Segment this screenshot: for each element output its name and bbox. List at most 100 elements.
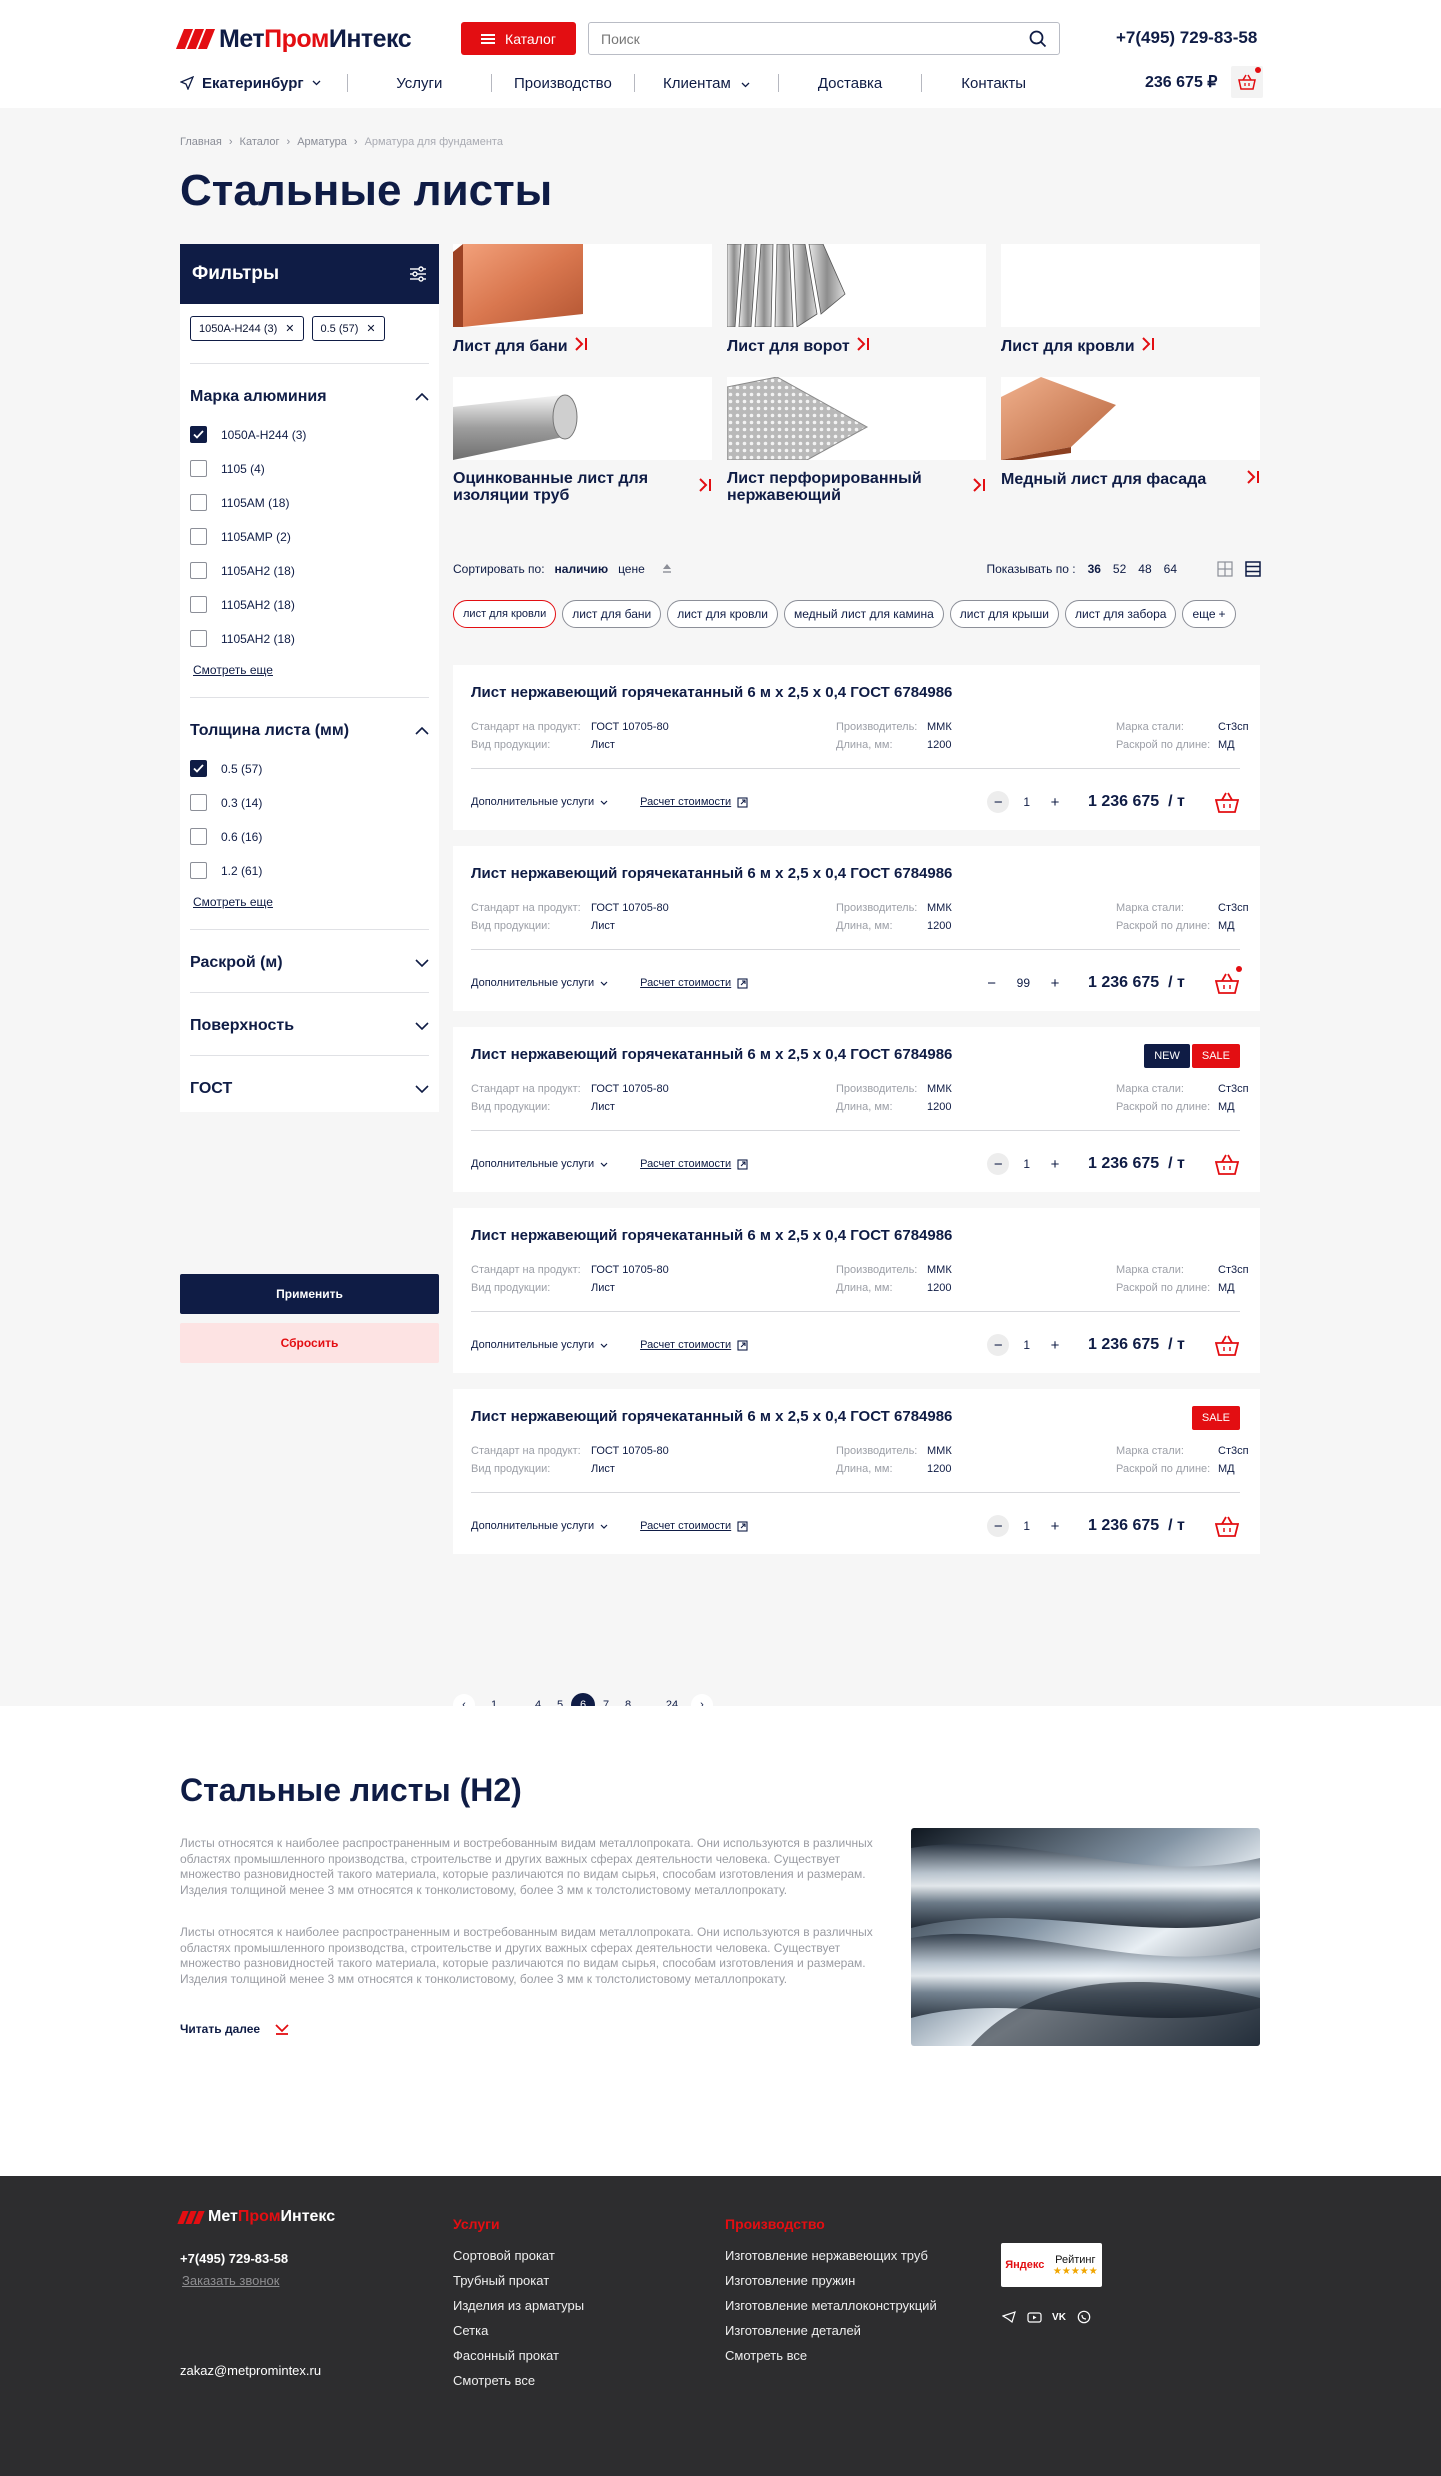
header-phone[interactable]: +7(495) 729-83-58 (1116, 28, 1257, 48)
breadcrumb-home[interactable]: Главная (180, 136, 222, 148)
footer-logo[interactable]: МетПромИнтекс (177, 2208, 335, 2226)
thickness-show-more-link[interactable]: Смотреть еще (190, 895, 429, 909)
calc-cost-link[interactable]: Расчет стоимости (640, 977, 748, 989)
filter-option[interactable]: 1105АН2 (18) (190, 630, 429, 647)
checkbox-checked[interactable] (190, 426, 207, 443)
category-tile[interactable]: Лист для бани (453, 244, 712, 355)
decrement-button[interactable]: − (987, 1515, 1010, 1537)
quick-tag[interactable]: лист для забора (1065, 600, 1177, 628)
youtube-icon[interactable] (1026, 2309, 1042, 2325)
checkbox-checked[interactable] (190, 760, 207, 777)
footer-link[interactable]: Трубный прокат (453, 2273, 584, 2288)
page-size-option[interactable]: 52 (1113, 562, 1126, 576)
extra-services-dropdown[interactable]: Дополнительные услуги (471, 1339, 608, 1351)
checkbox[interactable] (190, 794, 207, 811)
nav-item-clients[interactable]: Клиентам (635, 75, 778, 92)
filter-surface[interactable]: Поверхность (190, 992, 429, 1035)
search-input[interactable] (601, 30, 981, 47)
footer-phone[interactable]: +7(495) 729-83-58 (180, 2251, 288, 2266)
close-icon[interactable]: ✕ (366, 322, 375, 335)
telegram-icon[interactable] (1001, 2309, 1017, 2325)
decrement-button[interactable]: − (987, 1334, 1010, 1356)
checkbox[interactable] (190, 630, 207, 647)
footer-link[interactable]: Сетка (453, 2323, 584, 2338)
header-cart[interactable]: 236 675 ₽ (1145, 66, 1264, 98)
footer-link[interactable]: Фасонный прокат (453, 2348, 584, 2363)
catalog-button[interactable]: Каталог (461, 22, 576, 55)
filter-option[interactable]: 1105АН2 (18) (190, 562, 429, 579)
product-title[interactable]: Лист нержавеющий горячекатанный 6 м x 2,… (471, 1046, 952, 1063)
breadcrumb-rebar[interactable]: Арматура (297, 136, 347, 148)
search-icon[interactable] (1029, 30, 1047, 48)
apply-filters-button[interactable]: Применить (180, 1274, 439, 1314)
increment-button[interactable]: + (1044, 791, 1066, 813)
add-to-cart-button[interactable] (1214, 1513, 1240, 1539)
footer-link[interactable]: Смотреть все (453, 2373, 584, 2388)
read-more-link[interactable]: Читать далее (180, 2022, 290, 2036)
checkbox[interactable] (190, 828, 207, 845)
filter-option[interactable]: 1105 (4) (190, 460, 429, 477)
nav-item-services[interactable]: Услуги (348, 75, 491, 92)
quick-tag[interactable]: лист для бани (562, 600, 662, 628)
increment-button[interactable]: + (1044, 1515, 1066, 1537)
page-size-option[interactable]: 64 (1164, 562, 1177, 576)
quantity-value[interactable]: 99 (1017, 976, 1030, 990)
footer-link[interactable]: Изготовление деталей (725, 2323, 937, 2338)
checkbox[interactable] (190, 460, 207, 477)
checkbox[interactable] (190, 562, 207, 579)
sort-direction-icon[interactable] (661, 563, 673, 575)
add-to-cart-button[interactable] (1214, 1151, 1240, 1177)
page-size-option[interactable]: 48 (1138, 562, 1151, 576)
filter-gost[interactable]: ГОСТ (190, 1055, 429, 1098)
product-title[interactable]: Лист нержавеющий горячекатанный 6 м x 2,… (471, 865, 952, 882)
city-selector[interactable]: Екатеринбург (180, 75, 347, 92)
footer-link[interactable]: Изделия из арматуры (453, 2298, 584, 2313)
checkbox[interactable] (190, 596, 207, 613)
active-filter-chip[interactable]: 0.5 (57) ✕ (311, 316, 385, 341)
sort-by-price[interactable]: цене (618, 562, 645, 576)
quantity-value[interactable]: 1 (1023, 1338, 1030, 1352)
decrement-button[interactable]: − (987, 791, 1010, 813)
checkbox[interactable] (190, 528, 207, 545)
filter-option[interactable]: 1050A-H244 (3) (190, 426, 429, 443)
add-to-cart-button[interactable] (1214, 966, 1242, 996)
whatsapp-icon[interactable] (1076, 2309, 1092, 2325)
calc-cost-link[interactable]: Расчет стоимости (640, 1158, 748, 1170)
nav-item-contacts[interactable]: Контакты (922, 75, 1065, 92)
filter-option[interactable]: 1105АН2 (18) (190, 596, 429, 613)
quantity-value[interactable]: 1 (1023, 1157, 1030, 1171)
calc-cost-link[interactable]: Расчет стоимости (640, 796, 748, 808)
filter-option[interactable]: 1.2 (61) (190, 862, 429, 879)
category-tile[interactable]: Оцинкованные лист для изоляции труб (453, 377, 712, 504)
category-tile[interactable]: Медный лист для фасада (1001, 377, 1260, 488)
category-tile[interactable]: Лист для ворот (727, 244, 986, 355)
footer-link[interactable]: Изготовление пружин (725, 2273, 937, 2288)
increment-button[interactable]: + (1044, 1334, 1066, 1356)
footer-link[interactable]: Изготовление металлоконструкций (725, 2298, 937, 2313)
decrement-button[interactable]: − (981, 972, 1003, 994)
brand-show-more-link[interactable]: Смотреть еще (190, 663, 429, 677)
nav-item-production[interactable]: Производство (492, 75, 635, 92)
filter-option[interactable]: 0.5 (57) (190, 760, 429, 777)
increment-button[interactable]: + (1044, 1153, 1066, 1175)
breadcrumb-catalog[interactable]: Каталог (240, 136, 280, 148)
list-view-icon[interactable] (1245, 561, 1261, 577)
quantity-value[interactable]: 1 (1023, 1519, 1030, 1533)
product-title[interactable]: Лист нержавеющий горячекатанный 6 м x 2,… (471, 684, 952, 701)
filter-option[interactable]: 0.3 (14) (190, 794, 429, 811)
quantity-value[interactable]: 1 (1023, 795, 1030, 809)
filter-option[interactable]: 1105АМР (2) (190, 528, 429, 545)
reset-filters-button[interactable]: Сбросить (180, 1323, 439, 1363)
product-title[interactable]: Лист нержавеющий горячекатанный 6 м x 2,… (471, 1408, 952, 1425)
calc-cost-link[interactable]: Расчет стоимости (640, 1520, 748, 1532)
footer-link[interactable]: Смотреть все (725, 2348, 937, 2363)
extra-services-dropdown[interactable]: Дополнительные услуги (471, 1158, 608, 1170)
yandex-rating-badge[interactable]: Яндекс Рейтинг ★★★★★ (1001, 2243, 1102, 2287)
grid-view-icon[interactable] (1217, 561, 1233, 577)
category-tile[interactable]: Лист для кровли (1001, 244, 1260, 355)
quick-tag-more[interactable]: еще + (1182, 600, 1236, 628)
filter-cut[interactable]: Раскрой (м) (190, 929, 429, 972)
callback-link[interactable]: Заказать звонок (182, 2273, 279, 2288)
category-tile[interactable]: Лист перфорированный нержавеющий (727, 377, 986, 504)
add-to-cart-button[interactable] (1214, 789, 1240, 815)
